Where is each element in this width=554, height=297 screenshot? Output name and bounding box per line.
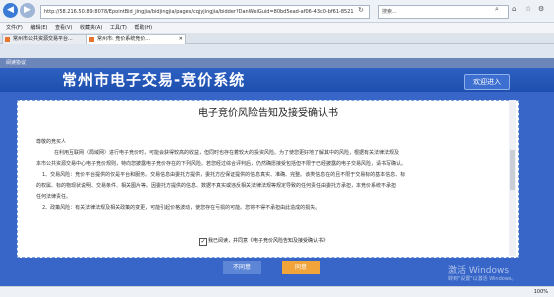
paragraph: 本市公共资源交易中心电子竞价规则，特向您披露电子竞价存在的下列风险。若您经过综合… bbox=[36, 161, 407, 167]
menu-tools[interactable]: 工具(T) bbox=[110, 23, 127, 33]
site-favicon-icon bbox=[5, 37, 10, 42]
menu-bar: 文件(F) 编辑(E) 查看(V) 收藏夹(A) 工具(T) 帮助(H) bbox=[0, 23, 554, 33]
windows-watermark-sub: 转到"设置"以激活 Windows。 bbox=[448, 276, 517, 282]
tab-bidding-system[interactable]: 常州市: 竞价系统竞价... ✕ bbox=[86, 34, 186, 44]
paragraph: 2、政策风险：有关法律法规及相关政策的变更，可能引起价格波动，使您存在亏损的可能… bbox=[42, 205, 321, 211]
scrollbar-thumb[interactable] bbox=[510, 150, 515, 190]
url-input[interactable]: http://58.216.50.89:8078/EpointBid_jingj… bbox=[40, 5, 370, 19]
reading-label: 阅读协议 bbox=[6, 60, 27, 66]
status-bar: 100% bbox=[0, 286, 554, 297]
reading-protocol-strip: 阅读协议 bbox=[0, 58, 554, 68]
gear-icon[interactable]: ⚙ bbox=[538, 5, 544, 13]
document-body: 尊敬的竞买人 在利用互联网（局域网）进行电子竞价时，可能会获得较高的收益，但同时… bbox=[36, 137, 506, 214]
menu-view[interactable]: 查看(V) bbox=[55, 23, 72, 33]
salutation: 尊敬的竞买人 bbox=[36, 139, 67, 145]
tab-label: 常州市公共资源交易平台... bbox=[13, 36, 73, 42]
search-input[interactable]: 搜索... bbox=[378, 5, 509, 19]
menu-favorites[interactable]: 收藏夹(A) bbox=[80, 23, 102, 33]
menu-help[interactable]: 帮助(H) bbox=[134, 23, 152, 33]
star-icon[interactable]: ☆ bbox=[525, 5, 531, 13]
agree-button[interactable]: 同意 bbox=[282, 261, 320, 274]
tab-label: 常州市: 竞价系统竞价... bbox=[97, 36, 151, 42]
browser-address-bar: ◀ ▶ http://58.216.50.89:8078/EpointBid_j… bbox=[0, 0, 554, 23]
page-banner: 常州市电子交易-竞价系统 欢迎进入 bbox=[0, 68, 554, 92]
welcome-button[interactable]: 欢迎进入 bbox=[464, 74, 510, 90]
paragraph: 1、交易风险：竞价平台提供的仅是平台和服务。交易信息由委托方提供，委托方应保证提… bbox=[42, 172, 406, 178]
browser-tab-bar: 常州市公共资源交易平台... 常州市: 竞价系统竞价... ✕ bbox=[0, 33, 554, 44]
paragraph: 任何法律责任。 bbox=[36, 194, 72, 200]
site-favicon-icon bbox=[89, 37, 94, 42]
disagree-button[interactable]: 不同意 bbox=[223, 261, 261, 274]
agreement-document: 电子竞价风险告知及接受确认书 尊敬的竞买人 在利用互联网（局域网）进行电子竞价时… bbox=[17, 100, 519, 258]
document-title: 电子竞价风险告知及接受确认书 bbox=[198, 108, 338, 119]
search-icon[interactable]: ⌕ bbox=[495, 5, 499, 14]
close-icon[interactable]: ✕ bbox=[179, 35, 183, 44]
paragraph: 的权属、标的物现状说明、交易条件、相关图片等。因委托方提供的信息、数据不真实或违… bbox=[36, 183, 397, 189]
consent-label: 我已阅读，并同意《电子竞价风险告知及接受确认书》 bbox=[208, 238, 329, 244]
home-icon[interactable]: ⌂ bbox=[512, 5, 516, 13]
forward-arrow-icon[interactable]: ▶ bbox=[20, 3, 35, 18]
menu-edit[interactable]: 编辑(E) bbox=[30, 23, 47, 33]
menu-file[interactable]: 文件(F) bbox=[6, 23, 23, 33]
tab-platform[interactable]: 常州市公共资源交易平台... bbox=[2, 34, 94, 44]
page-title: 常州市电子交易-竞价系统 bbox=[62, 71, 246, 89]
consent-checkbox[interactable]: ✓ bbox=[199, 238, 207, 246]
back-arrow-icon[interactable]: ◀ bbox=[3, 3, 18, 18]
paragraph: 在利用互联网（局域网）进行电子竞价时，可能会获得较高的收益，但同时也存在着较大的… bbox=[54, 150, 400, 156]
refresh-icon[interactable]: ↻ bbox=[358, 6, 364, 14]
